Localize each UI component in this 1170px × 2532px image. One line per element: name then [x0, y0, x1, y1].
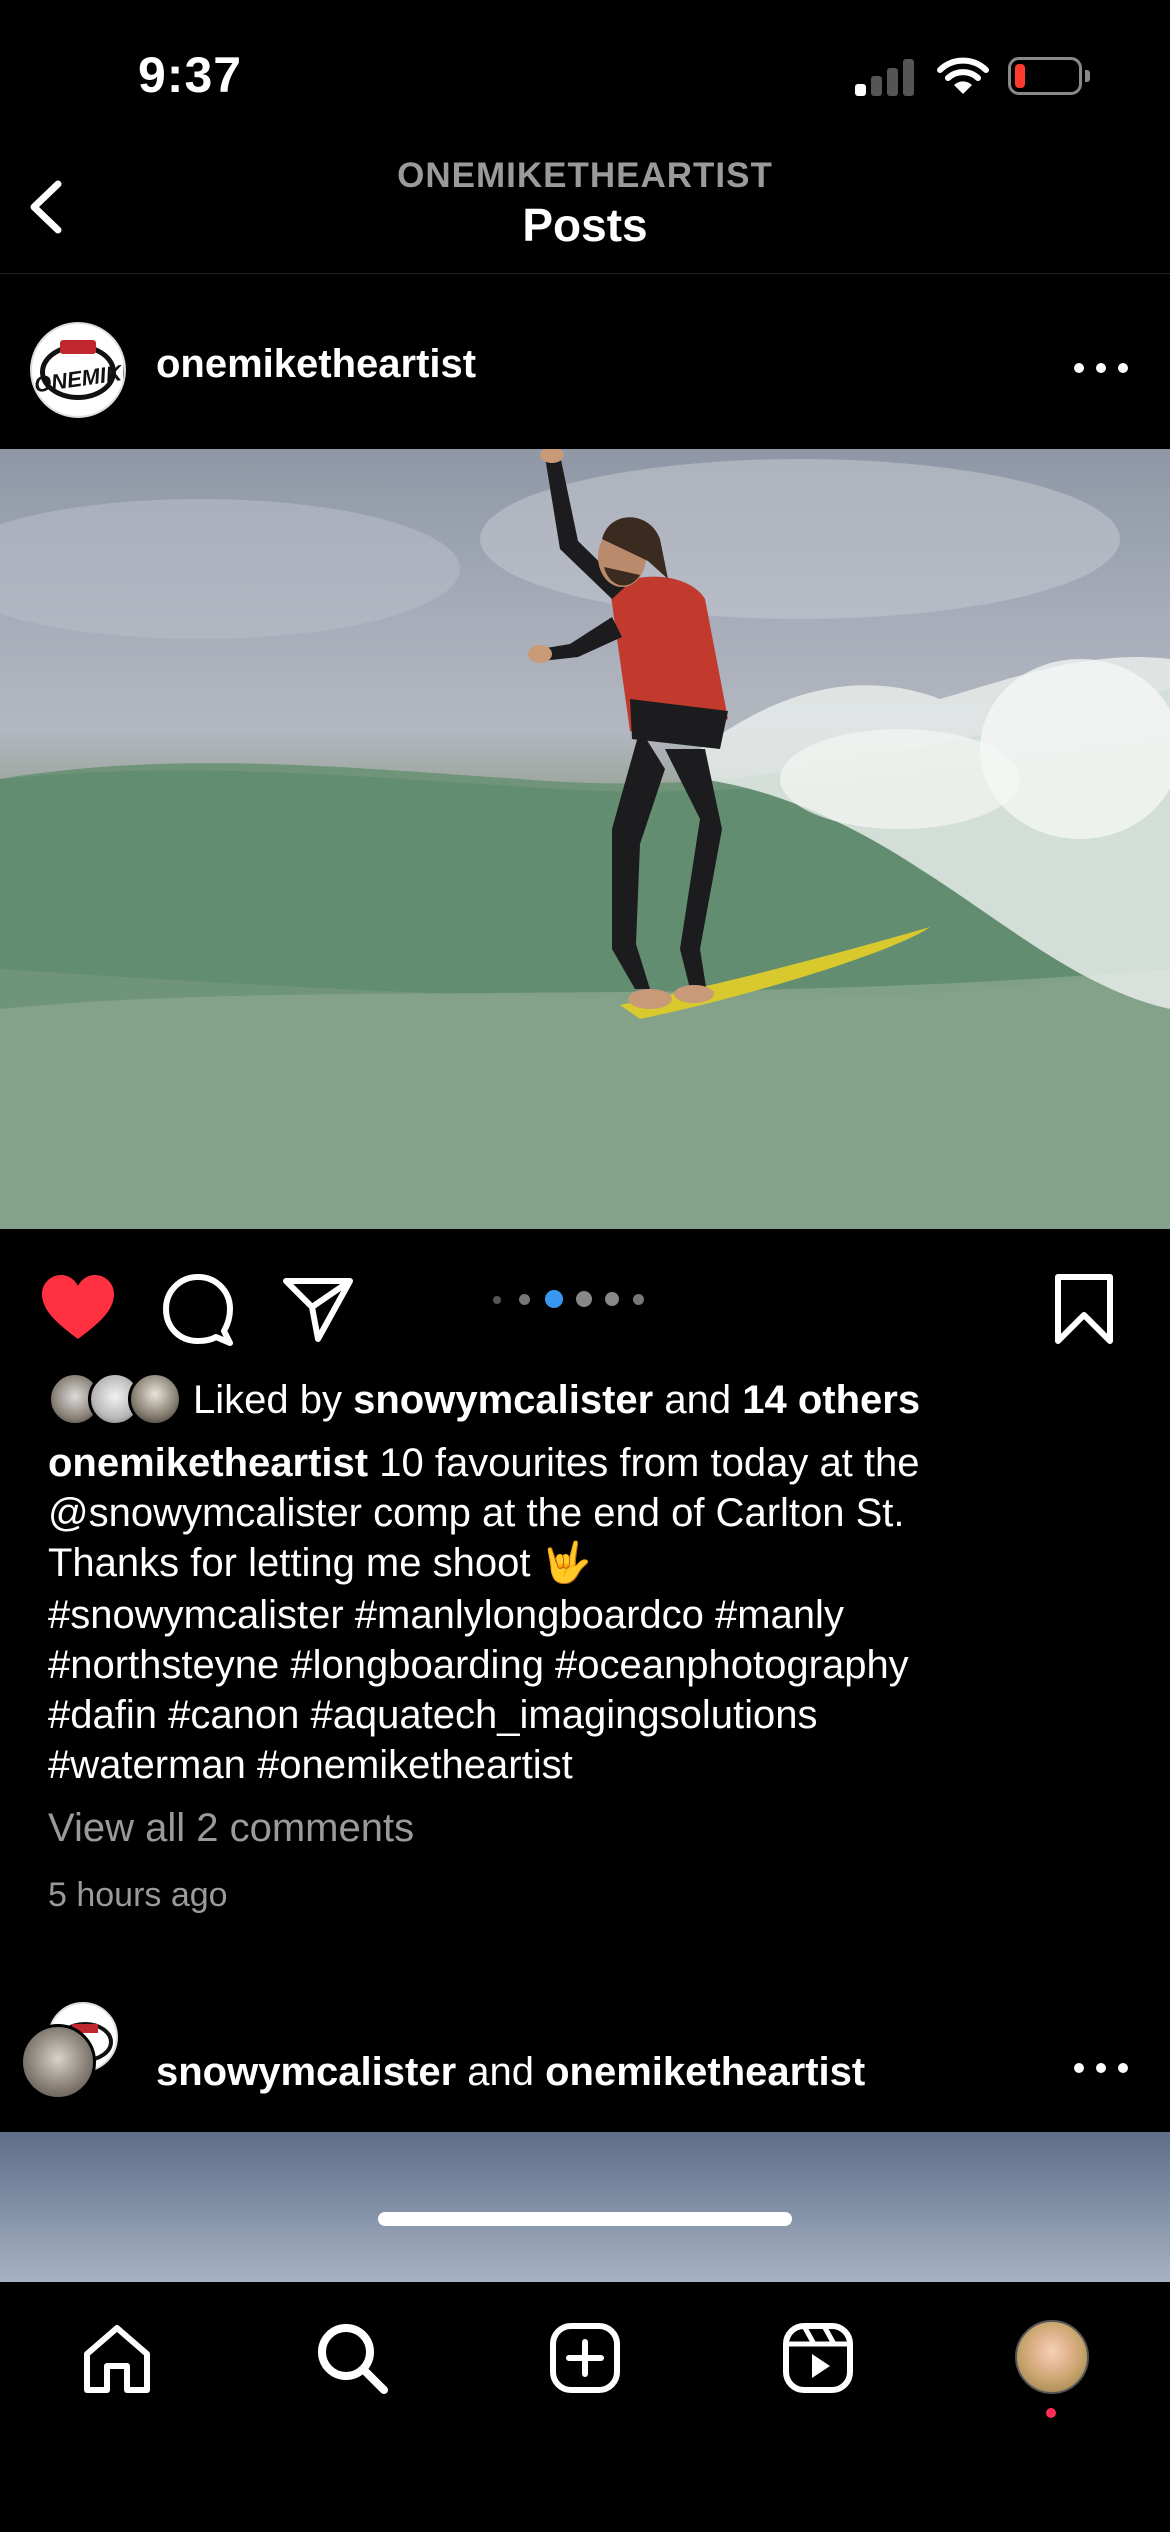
like-heart-icon[interactable] [38, 1269, 118, 1349]
caption-hashtags[interactable]: #dafin #canon #aquatech_imagingsolutions [48, 1690, 1128, 1740]
status-bar: 9:37 [0, 0, 1170, 150]
post2-collab-users[interactable]: snowymcalister and onemiketheartist [156, 2050, 865, 2095]
cellular-signal-icon [855, 56, 915, 96]
post2-photo[interactable] [0, 2132, 1170, 2282]
liker-avatars [48, 1372, 182, 1428]
home-icon[interactable] [77, 2318, 157, 2398]
wifi-icon [937, 56, 989, 96]
post-caption: onemiketheartist 10 favourites from toda… [48, 1438, 1128, 1790]
caption-mention-line[interactable]: @snowymcalister comp at the end of Carlt… [48, 1488, 1128, 1538]
post-actions [0, 1229, 1170, 1369]
caption-text: 10 favourites from today at the [368, 1441, 920, 1485]
post2-avatar-primary[interactable] [20, 2024, 96, 2100]
save-bookmark-icon[interactable] [1044, 1269, 1124, 1349]
liker-username[interactable]: snowymcalister [353, 1378, 653, 1422]
more-options-icon[interactable] [1074, 2054, 1130, 2084]
nav-header: ONEMIKETHEARTIST Posts [0, 150, 1170, 274]
view-comments-link[interactable]: View all 2 comments [48, 1806, 414, 1851]
likes-others[interactable]: 14 others [742, 1378, 920, 1422]
post-photo-surfer[interactable] [0, 449, 1170, 1229]
create-post-icon[interactable] [545, 2318, 625, 2398]
status-time: 9:37 [138, 47, 243, 103]
post-avatar[interactable]: ONEMIKE [30, 322, 126, 418]
likes-summary[interactable]: Liked by snowymcalister and 14 others [48, 1370, 1148, 1434]
page-title: Posts [522, 199, 648, 251]
caption-username[interactable]: onemiketheartist [48, 1441, 368, 1485]
share-send-icon[interactable] [278, 1269, 358, 1349]
search-icon[interactable] [312, 2318, 392, 2398]
comment-icon[interactable] [158, 1269, 238, 1349]
nav-subtitle: ONEMIKETHEARTIST [397, 156, 773, 195]
liker-avatar [128, 1372, 182, 1426]
more-options-icon[interactable] [1074, 354, 1130, 384]
caption-hashtags[interactable]: #northsteyne #longboarding #oceanphotogr… [48, 1640, 1128, 1690]
post-header: ONEMIKE onemiketheartist [0, 274, 1170, 449]
likes-text: Liked by snowymcalister and 14 others [193, 1378, 921, 1422]
battery-icon [1008, 57, 1090, 97]
notification-dot [1046, 2408, 1056, 2418]
caption-hashtags[interactable]: #snowymcalister #manlylongboardco #manly [48, 1590, 1128, 1640]
caption-hashtags[interactable]: #waterman #onemiketheartist [48, 1740, 1128, 1790]
post-timestamp: 5 hours ago [48, 1876, 228, 1914]
reels-icon[interactable] [778, 2318, 858, 2398]
carousel-indicator [487, 1289, 657, 1309]
profile-avatar-tab[interactable] [1015, 2320, 1089, 2394]
bottom-tab-bar [0, 2282, 1170, 2532]
post2-header: snowymcalister and onemiketheartist [0, 1990, 1170, 2130]
home-indicator[interactable] [378, 2212, 792, 2226]
post-username[interactable]: onemiketheartist [156, 342, 476, 387]
caption-text: Thanks for letting me shoot 🤟 [48, 1541, 592, 1585]
